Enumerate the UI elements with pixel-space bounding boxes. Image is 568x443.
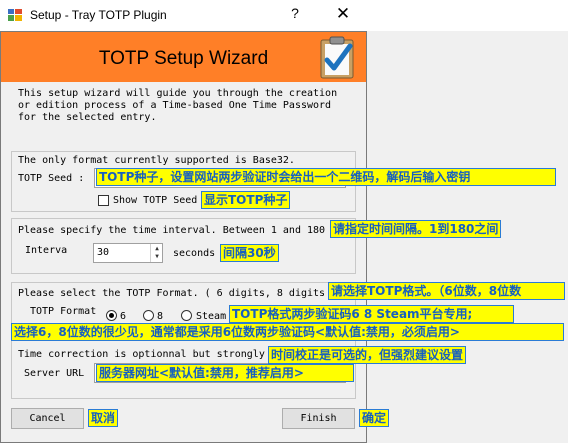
- spin-down-icon[interactable]: ▼: [150, 252, 163, 262]
- note-show-seed: 显示TOTP种子: [201, 191, 291, 209]
- wizard-banner: TOTP Setup Wizard: [1, 32, 366, 82]
- note-seed: TOTP种子，设置网站两步验证时会给出一个二维码，解码后输入密钥: [96, 168, 556, 186]
- note-format-explain: 选择6，8位数的很少见，通常都是采用6位数两步验证码<默认值:禁用，必须启用>: [11, 323, 564, 341]
- app-icon: [8, 9, 22, 21]
- interval-value: 30: [97, 247, 110, 258]
- close-button[interactable]: ✕: [330, 4, 356, 26]
- banner-title: TOTP Setup Wizard: [98, 48, 269, 69]
- interval-label: Interva: [25, 245, 68, 256]
- interval-spinner[interactable]: ▲ ▼: [150, 244, 162, 262]
- format-option-8: 8: [157, 311, 164, 322]
- interval-unit: seconds: [173, 248, 216, 259]
- note-format-steam: TOTP格式两步验证码6 8 Steam平台专用;: [229, 305, 514, 323]
- format-option-steam: Steam: [196, 311, 227, 322]
- seed-info: The only format currently supported is B…: [18, 155, 295, 166]
- intro-text: This setup wizard will guide you through…: [18, 88, 338, 123]
- note-finish: 确定: [359, 409, 390, 427]
- note-format-select: 请选择TOTP格式。（6位数，8位数: [328, 282, 565, 300]
- cancel-button[interactable]: Cancel: [11, 408, 84, 429]
- help-button[interactable]: ?: [283, 5, 307, 25]
- show-seed-checkbox[interactable]: [98, 195, 109, 206]
- interval-spinbox[interactable]: 30 ▲ ▼: [93, 243, 163, 263]
- note-cancel: 取消: [88, 409, 119, 427]
- format-radio-steam[interactable]: [181, 310, 192, 321]
- format-info: Please select the TOTP Format. ( 6 digit…: [18, 288, 326, 299]
- time-info: Time correction is optionnal but strongl…: [18, 349, 265, 360]
- seed-label: TOTP Seed :: [18, 173, 85, 184]
- format-label: TOTP Format: [30, 306, 97, 317]
- format-radio-8[interactable]: [143, 310, 154, 321]
- title-bar: Setup - Tray TOTP Plugin ? ✕: [0, 0, 568, 31]
- note-interval-info: 请指定时间间隔。1到180之间: [330, 220, 502, 238]
- format-option-6: 6: [120, 311, 127, 322]
- format-radio-6[interactable]: [106, 310, 117, 321]
- note-interval: 间隔30秒: [220, 244, 279, 262]
- interval-info: Please specify the time interval. Betwee…: [18, 225, 326, 236]
- note-server-url: 服务器网址<默认值:禁用，推荐启用>: [96, 364, 354, 382]
- note-time-info: 时间校正是可选的，但强烈建议设置: [268, 346, 467, 364]
- clipboard-check-icon: [320, 36, 354, 79]
- show-seed-label: Show TOTP Seed: [113, 195, 198, 206]
- server-url-label: Server URL: [24, 368, 85, 379]
- window-title: Setup - Tray TOTP Plugin: [30, 8, 167, 22]
- finish-button[interactable]: Finish: [282, 408, 355, 429]
